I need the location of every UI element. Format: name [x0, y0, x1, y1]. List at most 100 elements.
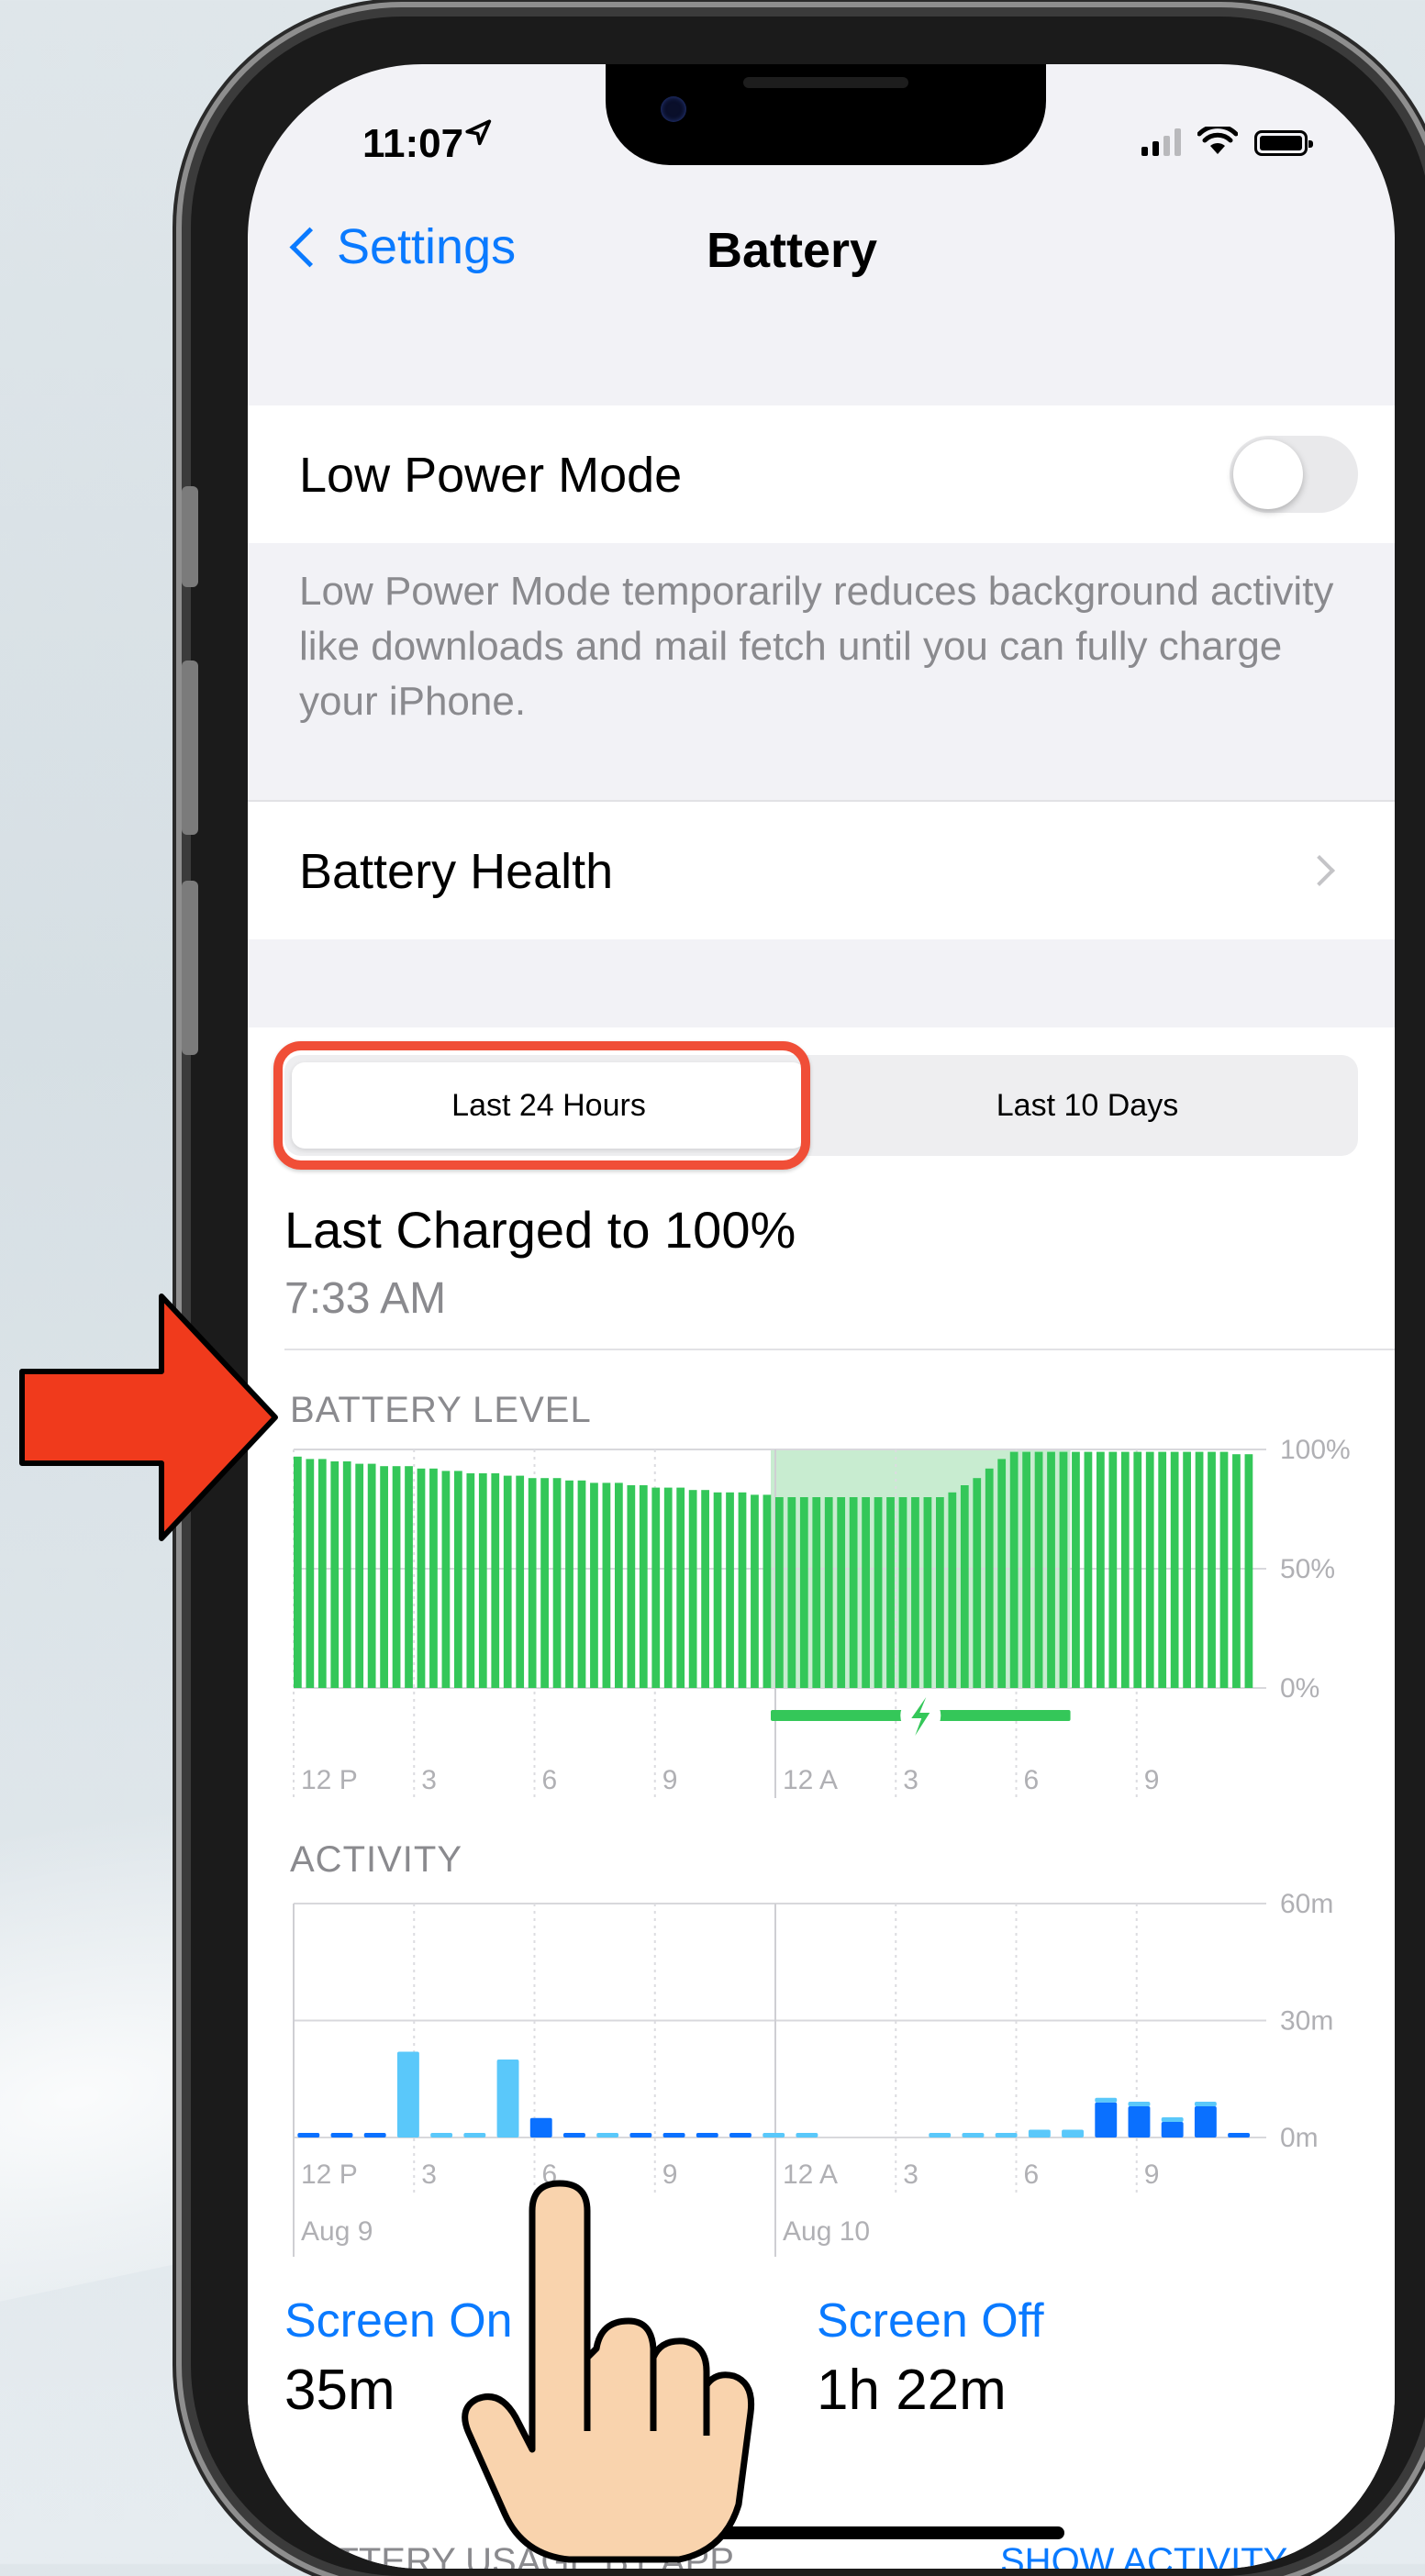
x-tick-label: 12 A	[783, 1765, 838, 1795]
battery-bar	[528, 1478, 537, 1688]
x-tick-label: 3	[421, 2160, 437, 2190]
battery-bar	[294, 1456, 302, 1688]
activity-bar	[563, 2133, 585, 2137]
x-tick-label: 12 P	[301, 1765, 358, 1795]
battery-bar	[317, 1459, 327, 1688]
low-power-description: Low Power Mode temporarily reduces backg…	[299, 569, 1334, 724]
x-tick-label: 9	[1144, 2160, 1160, 2190]
volume-up-button	[182, 661, 198, 835]
activity-chart: 0m30m60m12 P 3 6 9 12 A 3 6 9Aug 9 Aug 10	[293, 1889, 1333, 2257]
show-activity-link[interactable]: SHOW ACTIVITY	[1000, 2541, 1287, 2569]
chevron-left-icon	[289, 227, 330, 267]
activity-bar	[1128, 2106, 1151, 2137]
activity-heading: ACTIVITY	[290, 1839, 463, 1880]
chevron-right-icon	[1304, 855, 1335, 886]
battery-bar	[306, 1459, 315, 1688]
battery-bar	[948, 1492, 957, 1688]
battery-status-icon	[1254, 130, 1313, 156]
battery-bar	[1034, 1451, 1043, 1688]
battery-bar	[1022, 1451, 1030, 1688]
activity-bar	[1062, 2129, 1084, 2137]
speaker-grille	[743, 77, 908, 88]
battery-bar	[503, 1475, 512, 1688]
y-tick-label: 0%	[1280, 1673, 1319, 1704]
notch	[606, 64, 1046, 165]
low-power-toggle[interactable]	[1230, 436, 1358, 513]
battery-bar	[1219, 1451, 1229, 1688]
toggle-knob	[1233, 439, 1303, 509]
y-tick-label: 0m	[1280, 2123, 1319, 2153]
y-tick-label: 50%	[1280, 1554, 1335, 1584]
activity-bar	[297, 2133, 320, 2137]
action-button	[182, 486, 198, 587]
x-tick-label: 6	[542, 1765, 558, 1795]
battery-bar	[713, 1492, 722, 1688]
x-tick-label: 6	[1024, 2160, 1040, 2190]
last-charged-time: 7:33 AM	[284, 1274, 447, 1323]
highlight-annotation	[273, 1041, 810, 1170]
battery-bar	[602, 1482, 611, 1688]
back-button[interactable]: Settings	[284, 218, 516, 275]
activity-bar	[363, 2133, 386, 2137]
battery-bar	[491, 1473, 500, 1688]
activity-bar	[1161, 2122, 1184, 2137]
battery-bar	[516, 1475, 525, 1688]
activity-bar	[529, 2117, 552, 2137]
x-tick-label: 12 A	[783, 2160, 838, 2190]
activity-bar	[1095, 2097, 1118, 2103]
battery-bar	[552, 1478, 562, 1688]
battery-bar	[417, 1468, 426, 1688]
battery-bar	[615, 1482, 623, 1688]
battery-bar	[429, 1468, 438, 1688]
battery-health-row[interactable]: Battery Health	[248, 800, 1395, 939]
battery-bar	[380, 1466, 388, 1688]
activity-bar	[430, 2133, 453, 2137]
battery-bar	[824, 1497, 833, 1688]
battery-bar	[751, 1494, 759, 1688]
battery-bar	[849, 1497, 858, 1688]
pointing-hand-icon	[462, 2180, 755, 2563]
battery-bar	[1072, 1451, 1080, 1688]
activity-bar	[1194, 2102, 1217, 2106]
battery-bar	[973, 1478, 982, 1688]
activity-bar	[1161, 2117, 1184, 2122]
activity-bar	[1228, 2133, 1251, 2137]
battery-bar	[1133, 1451, 1142, 1688]
battery-bar	[466, 1473, 475, 1688]
page-title: Battery	[707, 223, 878, 278]
status-icons	[1141, 127, 1313, 156]
battery-bar	[565, 1480, 573, 1688]
battery-bar	[923, 1497, 932, 1688]
cellular-signal-icon	[1141, 128, 1181, 156]
activity-bar	[929, 2133, 952, 2137]
battery-bar	[1145, 1451, 1154, 1688]
x-tick-label: 3	[903, 1765, 918, 1795]
battery-bar	[676, 1487, 685, 1688]
battery-bar	[639, 1485, 648, 1688]
battery-bar	[701, 1490, 709, 1688]
battery-bar	[960, 1485, 969, 1688]
battery-level-heading: BATTERY LEVEL	[290, 1390, 592, 1430]
battery-bar	[1009, 1451, 1019, 1688]
y-tick-label: 30m	[1280, 2006, 1333, 2037]
activity-bar	[1095, 2102, 1118, 2137]
battery-bar	[342, 1461, 351, 1688]
status-time: 11:07	[362, 121, 464, 166]
activity-bar	[463, 2133, 486, 2137]
segment-last-10-days[interactable]: Last 10 Days	[826, 1062, 1349, 1149]
battery-bar	[454, 1471, 462, 1688]
wifi-icon	[1197, 127, 1238, 154]
battery-bar	[330, 1461, 340, 1688]
back-button-label: Settings	[337, 219, 517, 274]
battery-bar	[651, 1487, 661, 1688]
battery-bar	[1170, 1451, 1179, 1688]
activity-bar	[629, 2133, 652, 2137]
low-power-row: Low Power Mode	[248, 405, 1395, 543]
x-date-label: Aug 9	[301, 2216, 373, 2247]
battery-bar	[911, 1497, 919, 1688]
red-arrow-annotation	[19, 1294, 278, 1541]
phone-screen: 11:07 Settings Battery Low Power Mode Lo…	[248, 64, 1395, 2569]
activity-bar	[396, 2051, 419, 2137]
screen-off-label: Screen Off	[817, 2294, 1044, 2348]
battery-bar	[1195, 1451, 1204, 1688]
